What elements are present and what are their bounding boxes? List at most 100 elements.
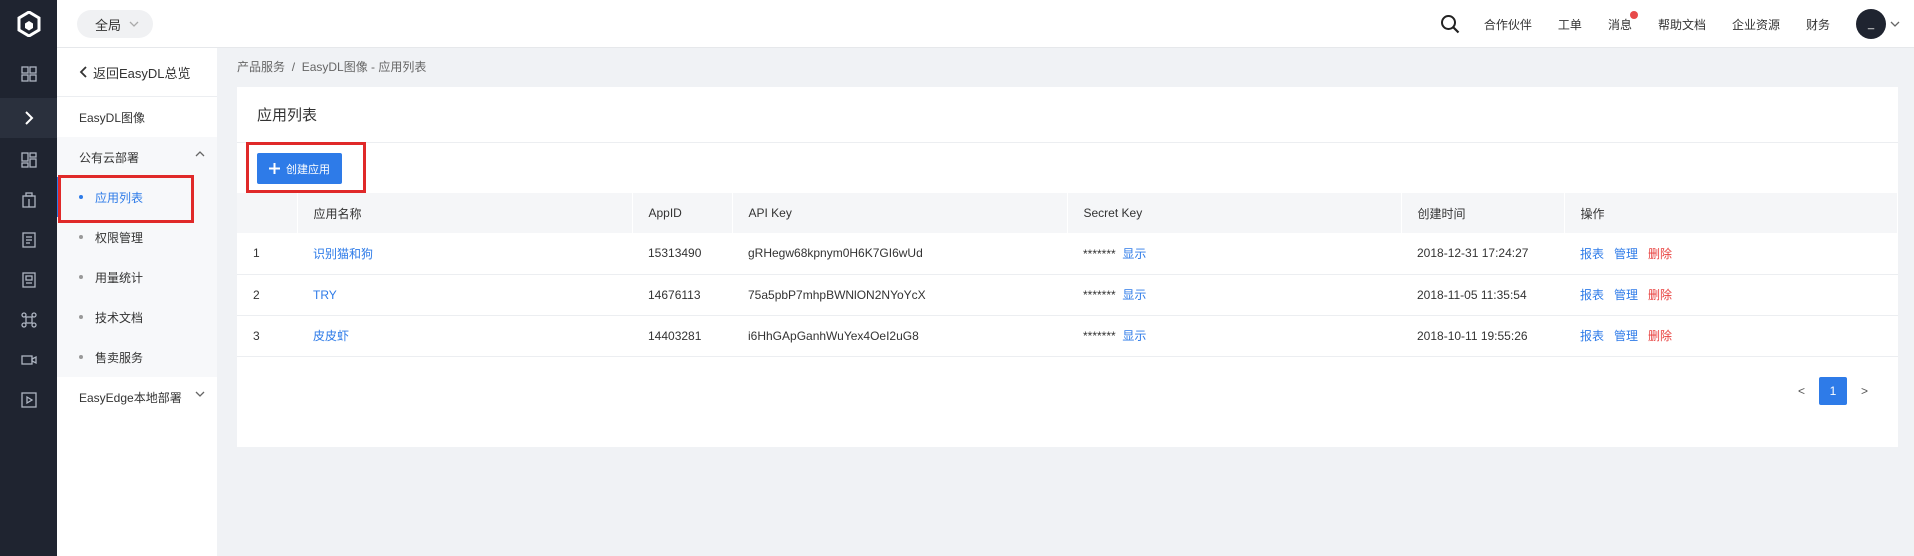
avatar: _ xyxy=(1856,9,1886,39)
secret-key-masked: ******* xyxy=(1083,246,1116,261)
user-menu[interactable]: _ xyxy=(1856,9,1900,39)
nav-finance[interactable]: 财务 xyxy=(1806,16,1830,33)
back-link[interactable]: 返回EasyDL总览 xyxy=(57,48,217,97)
chevron-left-icon xyxy=(79,66,87,78)
manage-link[interactable]: 管理 xyxy=(1614,247,1638,261)
sub-label: 售卖服务 xyxy=(95,350,144,365)
grid-icon[interactable] xyxy=(0,54,57,94)
dashboard-icon[interactable] xyxy=(0,140,57,180)
report-link[interactable]: 报表 xyxy=(1580,247,1604,261)
breadcrumb-separator: / xyxy=(291,60,296,74)
show-secret-link[interactable]: 显示 xyxy=(1122,329,1146,343)
nav-partners[interactable]: 合作伙伴 xyxy=(1484,16,1532,33)
manage-link[interactable]: 管理 xyxy=(1614,288,1638,302)
chevron-down-icon xyxy=(195,391,205,397)
nav-help-docs[interactable]: 帮助文档 xyxy=(1658,16,1706,33)
play-icon[interactable] xyxy=(0,380,57,420)
col-header-appid: AppID xyxy=(632,193,733,233)
row-index: 3 xyxy=(253,328,260,343)
page-title: 应用列表 xyxy=(237,87,1898,143)
active-indicator xyxy=(57,177,60,217)
pagination: < 1 > xyxy=(1798,377,1868,405)
next-page-button[interactable]: > xyxy=(1861,384,1868,398)
left-rail xyxy=(0,0,57,556)
bullet xyxy=(79,315,83,319)
col-header-index xyxy=(237,193,298,233)
sidebar-item-app-list[interactable]: 应用列表 xyxy=(57,177,217,217)
table-row: 2 TRY 14676113 75a5pbP7mhpBWNlON2NYoYcX … xyxy=(237,274,1898,315)
notification-dot xyxy=(1629,10,1638,19)
scope-selector[interactable]: 全局 xyxy=(77,10,154,38)
breadcrumb: 产品服务 / EasyDL图像 - 应用列表 xyxy=(237,58,426,75)
back-label: 返回EasyDL总览 xyxy=(93,65,191,81)
sidebar-item-sales-service[interactable]: 售卖服务 xyxy=(57,337,217,377)
app-id: 14676113 xyxy=(648,287,701,302)
table-header-row: 应用名称 AppID API Key Secret Key 创建时间 操作 xyxy=(237,193,1898,233)
expand-chevron-icon[interactable] xyxy=(0,98,57,138)
bullet xyxy=(79,195,83,199)
delete-link[interactable]: 删除 xyxy=(1648,288,1672,302)
server-icon[interactable] xyxy=(0,260,57,300)
delete-link[interactable]: 删除 xyxy=(1648,329,1672,343)
nav-messages-label: 消息 xyxy=(1607,17,1632,32)
sidebar-group-public-cloud[interactable]: 公有云部署 xyxy=(57,137,217,177)
show-secret-link[interactable]: 显示 xyxy=(1122,288,1146,302)
building-icon[interactable] xyxy=(0,180,57,220)
app-id: 14403281 xyxy=(648,328,702,343)
app-name-link[interactable]: TRY xyxy=(313,288,337,302)
sidebar-group-easyedge[interactable]: EasyEdge本地部署 xyxy=(57,377,217,417)
nav-messages[interactable]: 消息 xyxy=(1607,10,1638,33)
sub-label: 权限管理 xyxy=(95,230,144,245)
app-name-link[interactable]: 识别猫和狗 xyxy=(313,247,373,261)
table-row: 1 识别猫和狗 15313490 gRHegw68kpnym0H6K7GI6wU… xyxy=(237,233,1898,274)
logo-icon[interactable] xyxy=(0,0,57,48)
secret-key-masked: ******* xyxy=(1083,329,1116,343)
product-sidebar: 返回EasyDL总览 EasyDL图像 公有云部署 应用列表 权限管理 用量统计… xyxy=(57,48,217,556)
scope-label: 全局 xyxy=(95,17,122,33)
sidebar-item-permissions[interactable]: 权限管理 xyxy=(57,217,217,257)
row-index: 2 xyxy=(253,287,260,302)
report-link[interactable]: 报表 xyxy=(1580,288,1604,302)
create-app-button[interactable]: 创建应用 xyxy=(257,153,342,184)
col-header-secretkey: Secret Key xyxy=(1067,193,1402,233)
sidebar-item-tech-docs[interactable]: 技术文档 xyxy=(57,297,217,337)
top-bar: 全局 合作伙伴 工单 消息 帮助文档 企业资源 财务 _ xyxy=(57,0,1914,48)
table-row: 3 皮皮虾 14403281 i6HhGApGanhWuYex4OeI2uG8 … xyxy=(237,315,1898,356)
prev-page-button[interactable]: < xyxy=(1798,384,1805,398)
nav-tickets[interactable]: 工单 xyxy=(1558,16,1582,33)
nav-enterprise-resources[interactable]: 企业资源 xyxy=(1732,16,1780,33)
sidebar-item-usage-stats[interactable]: 用量统计 xyxy=(57,257,217,297)
chevron-up-icon xyxy=(195,151,205,157)
show-secret-link[interactable]: 显示 xyxy=(1122,247,1146,261)
manage-link[interactable]: 管理 xyxy=(1614,329,1638,343)
app-table: 应用名称 AppID API Key Secret Key 创建时间 操作 1 … xyxy=(237,193,1898,357)
sidebar-item-product[interactable]: EasyDL图像 xyxy=(57,97,217,137)
bullet xyxy=(79,355,83,359)
sub-label: 用量统计 xyxy=(95,270,144,285)
created-time: 2018-10-11 19:55:26 xyxy=(1417,328,1528,343)
sub-label: 应用列表 xyxy=(95,190,144,205)
report-link[interactable]: 报表 xyxy=(1580,329,1604,343)
secret-key-masked: ******* xyxy=(1083,288,1116,302)
chevron-down-icon xyxy=(129,21,139,27)
group-label: 公有云部署 xyxy=(79,150,140,165)
document-icon[interactable] xyxy=(0,220,57,260)
breadcrumb-parent[interactable]: 产品服务 xyxy=(237,60,285,74)
api-key: 75a5pbP7mhpBWNlON2NYoYcX xyxy=(748,287,926,302)
product-label: EasyDL图像 xyxy=(79,110,146,125)
top-nav: 合作伙伴 工单 消息 帮助文档 企业资源 财务 _ xyxy=(1438,0,1914,48)
api-key: i6HhGApGanhWuYex4OeI2uG8 xyxy=(748,328,919,343)
app-name-link[interactable]: 皮皮虾 xyxy=(313,329,349,343)
network-icon[interactable] xyxy=(0,300,57,340)
video-icon[interactable] xyxy=(0,340,57,380)
delete-link[interactable]: 删除 xyxy=(1648,247,1672,261)
app-id: 15313490 xyxy=(648,246,702,261)
api-key: gRHegw68kpnym0H6K7GI6wUd xyxy=(748,246,923,261)
col-header-apikey: API Key xyxy=(732,193,1068,233)
chevron-down-icon xyxy=(1890,21,1900,27)
bullet xyxy=(79,275,83,279)
page-number-current[interactable]: 1 xyxy=(1818,377,1847,405)
search-icon[interactable] xyxy=(1438,12,1462,36)
create-app-label: 创建应用 xyxy=(286,163,330,176)
col-header-ops: 操作 xyxy=(1564,193,1898,233)
